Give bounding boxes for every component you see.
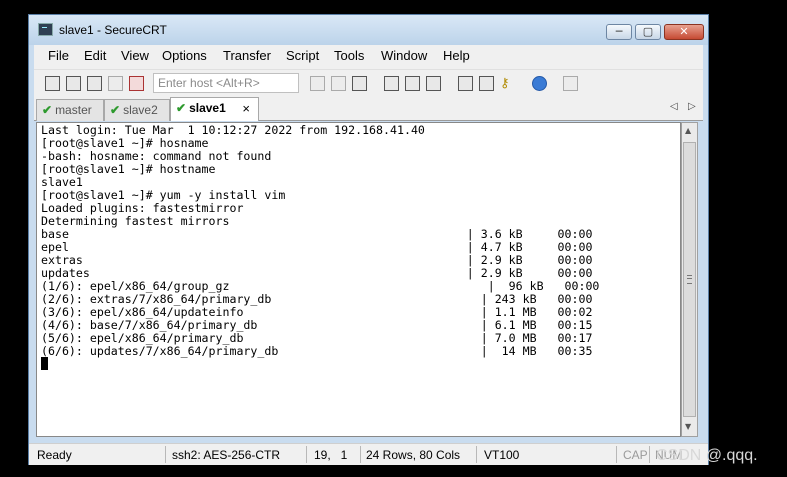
terminal-line: epel | 4.7 kB 00:00 (41, 240, 593, 254)
help-icon[interactable] (532, 76, 547, 91)
status-cursor-position: 19, 1 (314, 448, 348, 462)
print-selection-icon[interactable] (405, 76, 420, 91)
menu-options[interactable]: Options (162, 48, 207, 63)
key-icon[interactable]: ⚷ (500, 76, 515, 91)
toolbar: ⚷ (34, 69, 703, 97)
maximize-button[interactable]: ▢ (635, 24, 661, 40)
tab-label: master (55, 103, 92, 117)
status-caps-lock: CAP (623, 448, 648, 462)
terminal-line: (3/6): epel/x86_64/updateinfo | 1.1 MB 0… (41, 305, 593, 319)
session-options-icon[interactable] (458, 76, 473, 91)
close-button[interactable]: ✕ (664, 24, 704, 40)
tab-slave1[interactable]: ✔ slave1 × (170, 97, 259, 121)
securecrt-app-icon (38, 23, 53, 36)
menu-window[interactable]: Window (381, 48, 427, 63)
terminal-line: -bash: hosname: command not found (41, 149, 272, 163)
menu-script[interactable]: Script (286, 48, 319, 63)
scrollbar-thumb[interactable] (683, 142, 696, 417)
title-bar[interactable]: slave1 - SecureCRT ─ ▢ ✕ (29, 15, 708, 45)
menu-file[interactable]: File (48, 48, 69, 63)
disconnect-icon[interactable] (129, 76, 144, 91)
terminal-line: Determining fastest mirrors (41, 214, 230, 228)
terminal-line: [root@slave1 ~]# yum -y install vim (41, 188, 286, 202)
menu-view[interactable]: View (121, 48, 149, 63)
connect-icon[interactable] (45, 76, 60, 91)
terminal-line: slave1 (41, 175, 83, 189)
tab-scroll-right-icon[interactable]: ▷ (688, 101, 696, 112)
terminal-line: [root@slave1 ~]# hostname (41, 162, 216, 176)
print-icon[interactable] (384, 76, 399, 91)
session-tab-bar: ✔ master ✔ slave2 ✔ slave1 × ◁ ▷ (34, 97, 703, 121)
terminal-line: (4/6): base/7/x86_64/primary_db | 6.1 MB… (41, 318, 593, 332)
terminal-line: (5/6): epel/x86_64/primary_db | 7.0 MB 0… (41, 331, 593, 345)
toolbar-overflow-icon[interactable] (695, 74, 701, 94)
quick-connect-icon[interactable] (66, 76, 81, 91)
terminal-line: base | 3.6 kB 00:00 (41, 227, 593, 241)
terminal-line: (6/6): updates/7/x86_64/primary_db | 14 … (41, 344, 593, 358)
csdn-watermark: CSDN @.qqq. (656, 447, 758, 464)
connect-in-tab-icon[interactable] (87, 76, 102, 91)
securecrt-window: slave1 - SecureCRT ─ ▢ ✕ File Edit View … (28, 14, 709, 465)
window-title: slave1 - SecureCRT (59, 23, 167, 37)
tab-close-icon[interactable]: × (242, 101, 250, 116)
print-screen-icon[interactable] (426, 76, 441, 91)
terminal-line: [root@slave1 ~]# hosname (41, 136, 209, 150)
terminal-line: (2/6): extras/7/x86_64/primary_db | 243 … (41, 292, 593, 306)
minimize-button[interactable]: ─ (606, 24, 632, 40)
copy-icon[interactable] (310, 76, 325, 91)
keymap-icon[interactable] (563, 76, 578, 91)
status-terminal-size: 24 Rows, 80 Cols (366, 448, 461, 462)
terminal-output: Last login: Tue Mar 1 10:12:27 2022 from… (41, 124, 599, 358)
enter-host-input[interactable] (153, 73, 299, 93)
menu-tools[interactable]: Tools (334, 48, 364, 63)
connected-check-icon: ✔ (110, 103, 121, 117)
tab-scroll-left-icon[interactable]: ◁ (670, 101, 678, 112)
terminal-line: extras | 2.9 kB 00:00 (41, 253, 593, 267)
status-cipher: ssh2: AES-256-CTR (172, 448, 281, 462)
status-bar: Ready ssh2: AES-256-CTR 19, 1 24 Rows, 8… (29, 443, 708, 465)
tab-label: slave2 (123, 103, 158, 117)
terminal-line: Last login: Tue Mar 1 10:12:27 2022 from… (41, 123, 425, 137)
connected-check-icon: ✔ (42, 103, 53, 117)
terminal-line: Loaded plugins: fastestmirror (41, 201, 244, 215)
menu-edit[interactable]: Edit (84, 48, 106, 63)
reconnect-icon[interactable] (108, 76, 123, 91)
scrollbar-grip-icon (687, 275, 692, 284)
terminal-scrollbar[interactable]: ▲ ▼ (681, 122, 698, 437)
menu-bar: File Edit View Options Transfer Script T… (34, 45, 703, 69)
status-emulation: VT100 (484, 448, 520, 462)
tab-label: slave1 (189, 101, 226, 115)
tab-slave2[interactable]: ✔ slave2 (104, 99, 170, 121)
menu-transfer[interactable]: Transfer (223, 48, 271, 63)
tab-master[interactable]: ✔ master (36, 99, 104, 121)
terminal-cursor (41, 357, 48, 370)
connected-check-icon: ✔ (176, 101, 187, 115)
terminal-line: (1/6): epel/x86_64/group_gz | 96 kB 00:0… (41, 279, 600, 293)
find-icon[interactable] (352, 76, 367, 91)
paste-icon[interactable] (331, 76, 346, 91)
scroll-down-icon[interactable]: ▼ (685, 422, 691, 431)
terminal-screen[interactable]: Last login: Tue Mar 1 10:12:27 2022 from… (36, 122, 681, 437)
terminal-line: updates | 2.9 kB 00:00 (41, 266, 593, 280)
scroll-up-icon[interactable]: ▲ (685, 126, 691, 135)
status-ready: Ready (37, 448, 72, 462)
global-options-icon[interactable] (479, 76, 494, 91)
menu-help[interactable]: Help (443, 48, 470, 63)
